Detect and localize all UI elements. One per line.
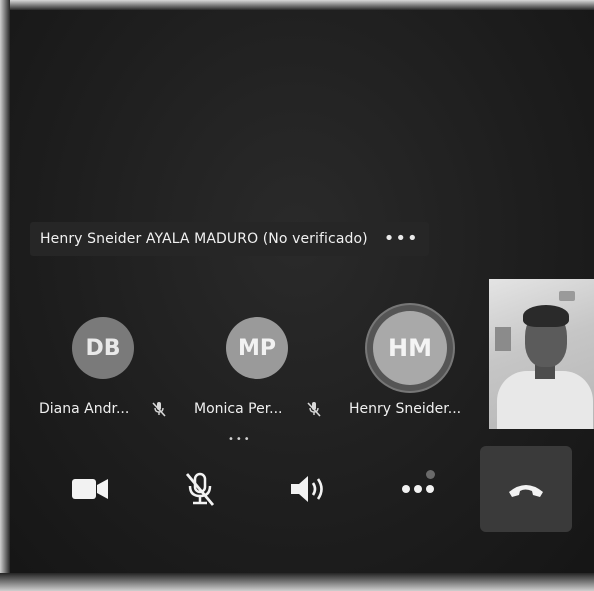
- muted-mic-icon: [307, 402, 321, 417]
- hang-up-icon: [509, 485, 543, 497]
- more-icon: [402, 485, 434, 493]
- participant-tile-hm[interactable]: HM Henry Sneider...: [28, 305, 461, 427]
- call-title-more-button[interactable]: •••: [384, 230, 419, 248]
- call-window: Henry Sneider AYALA MADURO (No verificad…: [0, 0, 594, 591]
- more-options-button[interactable]: [374, 446, 462, 532]
- video-camera-icon: [72, 479, 108, 499]
- self-video-preview[interactable]: [489, 279, 594, 429]
- participant-name: Henry Sneider...: [349, 401, 462, 417]
- participant-name: Monica Per...: [194, 401, 283, 417]
- mute-microphone-button[interactable]: [156, 446, 244, 532]
- microphone-off-icon: [185, 472, 215, 506]
- call-controls: [0, 446, 594, 532]
- avatar-initials: HM: [388, 334, 432, 362]
- participant-avatar-speaking: HM: [373, 311, 447, 385]
- photo-edge-bottom: [0, 573, 594, 591]
- hang-up-button[interactable]: [480, 446, 572, 532]
- speaker-button[interactable]: [264, 446, 352, 532]
- call-title: Henry Sneider AYALA MADURO (No verificad…: [40, 231, 368, 247]
- photo-edge-top: [0, 0, 594, 10]
- speaker-icon: [291, 476, 323, 502]
- notification-dot: [426, 470, 435, 479]
- call-title-bar: Henry Sneider AYALA MADURO (No verificad…: [30, 222, 429, 256]
- participant-avatar: MP: [226, 317, 288, 379]
- camera-button[interactable]: [46, 446, 134, 532]
- avatar-initials: MP: [237, 335, 277, 361]
- swipe-indicator: •••: [228, 434, 252, 445]
